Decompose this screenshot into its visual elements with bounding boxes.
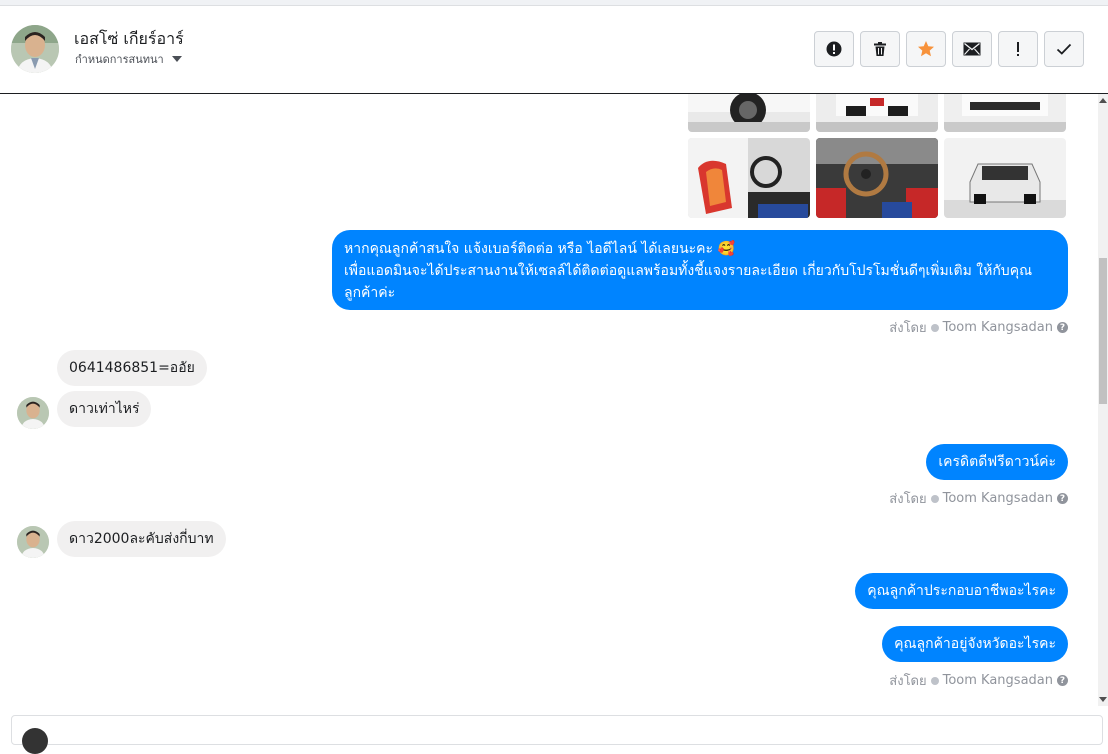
incoming-message: 0641486851=ออัย [57,350,207,386]
sender-name[interactable]: Toom Kangsadan [943,491,1053,506]
check-icon [1056,43,1072,55]
sent-by-info: ส่งโดย Toom Kangsadan ? [889,670,1068,691]
star-icon [918,41,934,57]
car-photo[interactable] [688,94,810,132]
scroll-down-arrow-icon[interactable] [1099,697,1107,702]
message-text: เครดิตดีฟรีดาวน์ค่ะ [938,453,1056,470]
message-text: หากคุณลูกค้าสนใจ แจ้งเบอร์ติดต่อ หรือ ไอ… [344,241,1033,301]
message-text: ดาวเท่าไหร่ [69,401,140,417]
thread-scrollbar[interactable] [1098,94,1108,706]
message-composer[interactable] [11,715,1103,754]
header-toolbar [814,31,1084,67]
outgoing-message: คุณลูกค้าประกอบอาชีพอะไรคะ [855,573,1068,609]
alert-circle-icon [826,41,842,57]
subtitle-label: กำหนดการสนทนา [75,53,164,66]
exclamation-icon [1017,42,1019,56]
message-text: คุณลูกค้าประกอบอาชีพอะไรคะ [867,582,1056,599]
mark-unread-button[interactable] [952,31,992,67]
message-thread[interactable]: หากคุณลูกค้าสนใจ แจ้งเบอร์ติดต่อ หรือ ไอ… [0,94,1098,706]
outgoing-message: หากคุณลูกค้าสนใจ แจ้งเบอร์ติดต่อ หรือ ไอ… [332,230,1068,310]
help-icon[interactable]: ? [1057,322,1068,333]
conversation-header: เอสโซ่ เกียร์อาร์ กำหนดการสนทนา [0,6,1108,94]
sender-name[interactable]: Toom Kangsadan [943,673,1053,688]
contact-avatar-small[interactable] [17,397,49,429]
caret-down-icon [171,56,182,62]
car-photo[interactable] [816,94,938,132]
delete-button[interactable] [860,31,900,67]
contact-avatar-small[interactable] [17,526,49,558]
important-button[interactable] [998,31,1038,67]
scroll-up-arrow-icon[interactable] [1099,98,1107,103]
sender-dot-icon [930,676,939,685]
message-text: ดาว2000ละคับส่งกี่บาท [69,531,214,547]
car-photo[interactable] [944,94,1066,132]
spam-button[interactable] [814,31,854,67]
sent-by-label: ส่งโดย [889,492,927,507]
message-text: คุณลูกค้าอยู่จังหวัดอะไรคะ [894,635,1056,652]
star-button[interactable] [906,31,946,67]
car-photo[interactable] [944,138,1066,218]
help-icon[interactable]: ? [1057,493,1068,504]
car-interior-photo[interactable] [688,138,810,218]
car-interior-photo[interactable] [816,138,938,218]
done-button[interactable] [1044,31,1084,67]
sent-by-info: ส่งโดย Toom Kangsadan ? [889,317,1068,338]
contact-avatar[interactable] [11,25,59,73]
scroll-thumb[interactable] [1099,258,1107,404]
conversation-options[interactable]: กำหนดการสนทนา [75,50,182,68]
outgoing-message: เครดิตดีฟรีดาวน์ค่ะ [926,444,1068,480]
contact-name[interactable]: เอสโซ่ เกียร์อาร์ [74,27,184,52]
help-icon[interactable]: ? [1057,675,1068,686]
sender-dot-icon [930,494,939,503]
incoming-message: ดาว2000ละคับส่งกี่บาท [57,521,226,557]
outgoing-message: คุณลูกค้าอยู่จังหวัดอะไรคะ [882,626,1068,662]
sender-name[interactable]: Toom Kangsadan [943,320,1053,335]
sent-by-label: ส่งโดย [889,321,927,336]
trash-icon [874,42,886,56]
incoming-message: ดาวเท่าไหร่ [57,391,152,427]
sent-by-label: ส่งโดย [889,674,927,689]
envelope-icon [963,42,981,56]
message-text: 0641486851=ออัย [69,360,195,376]
page-avatar [22,728,48,754]
sent-by-info: ส่งโดย Toom Kangsadan ? [889,488,1068,509]
sender-dot-icon [930,323,939,332]
